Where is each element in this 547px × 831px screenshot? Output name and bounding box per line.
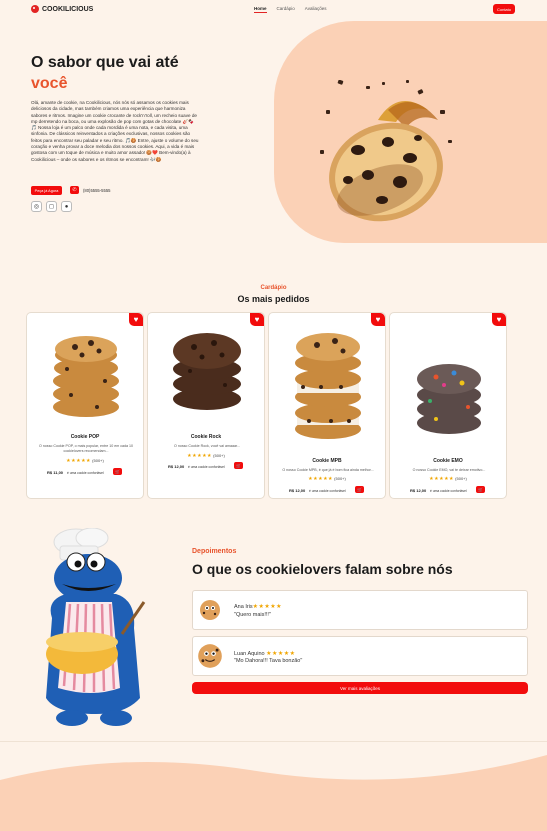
cookie-logo-icon <box>31 5 39 13</box>
menu-kicker: Cardápio <box>260 285 287 291</box>
product-price: R$ 12,00 <box>168 464 185 469</box>
product-description: O nosso Cookie MPB, é que já é bom fica … <box>282 468 374 472</box>
rating-count: (500+) <box>455 476 467 481</box>
favorite-heart-icon[interactable]: ♥ <box>250 313 264 326</box>
nav-link-cardapio[interactable]: Cardápio <box>277 6 295 13</box>
product-description: O nosso Cookie EMO, vai te deixar emotiv… <box>412 468 486 472</box>
add-to-cart-button[interactable]: 🛒 <box>355 486 364 493</box>
product-price: R$ 12,00 <box>410 488 427 493</box>
product-rating: ★★★★★ (500+) <box>27 458 143 464</box>
footer-wave <box>0 755 547 831</box>
cookie-stack-image <box>53 336 119 417</box>
product-name: Cookie POP <box>70 434 100 440</box>
author-name: Luan Aquino <box>234 651 265 657</box>
brand-logo[interactable]: COOKILICIOUS <box>31 5 93 13</box>
testimonial-card: Ana Iris★★★★★ "Quero mais!!!" <box>192 590 528 630</box>
phone-icon: ✆ <box>70 186 79 194</box>
product-name: Cookie MPB <box>312 458 342 464</box>
rating-stars-icon: ★★★★★ <box>266 651 296 657</box>
nav-link-home[interactable]: Home <box>254 6 267 13</box>
brand-name: COOKILICIOUS <box>42 5 94 13</box>
phone-number: (80)5555-5555 <box>83 187 111 193</box>
cookie-monster-chef-image <box>46 528 146 726</box>
rating-count: (500+) <box>213 453 225 458</box>
product-subtitle: é uma cookie confortável <box>309 489 346 493</box>
cookie-avatar-icon <box>198 644 222 668</box>
product-name: Cookie EMO <box>433 458 463 464</box>
product-subtitle: é uma cookie confortável <box>430 489 467 493</box>
whatsapp-icon[interactable]: ◎ <box>31 201 42 212</box>
hero-cookie-image <box>318 79 463 230</box>
add-to-cart-button[interactable]: 🛒 <box>234 462 243 469</box>
rating-count: (500+) <box>92 458 104 463</box>
favorite-heart-icon[interactable]: ♥ <box>129 313 143 326</box>
facebook-icon[interactable]: ● <box>61 201 72 212</box>
cookie-stack-image <box>417 364 481 434</box>
product-name: Cookie Rock <box>190 434 222 440</box>
product-rating: ★★★★★ (500+) <box>269 476 385 482</box>
product-card-mpb[interactable]: ♥ Cookie MPB O nosso Cookie MPB, é que j… <box>268 312 386 499</box>
favorite-heart-icon[interactable]: ♥ <box>492 313 506 326</box>
product-description: O nosso Cookie Rock, você vai amaaar... <box>174 444 240 448</box>
testimonial-author: Luan Aquino ★★★★★ <box>234 650 296 657</box>
rating-stars-icon: ★★★★★ <box>429 476 455 482</box>
product-subtitle: é uma cookie confortável <box>188 465 225 469</box>
product-price: R$ 11,00 <box>47 470 64 475</box>
rating-stars-icon: ★★★★★ <box>308 476 334 482</box>
add-to-cart-button[interactable]: 🛒 <box>476 486 485 493</box>
nav-link-avaliacoes[interactable]: Avaliações <box>305 6 327 13</box>
rating-stars-icon: ★★★★★ <box>66 458 92 464</box>
top-nav: COOKILICIOUS Home Cardápio Avaliações Co… <box>0 0 547 20</box>
nav-links: Home Cardápio Avaliações <box>254 6 326 13</box>
product-price: R$ 12,00 <box>289 488 306 493</box>
hero-title: O sabor que vai até você <box>31 52 179 94</box>
instagram-icon[interactable]: ◻ <box>46 201 57 212</box>
rating-stars-icon: ★★★★★ <box>252 604 283 610</box>
social-links: ◎ ◻ ● <box>31 201 72 212</box>
testimonials-title: O que os cookielovers falam sobre nós <box>192 561 453 577</box>
more-reviews-button[interactable]: Ver mais avaliações <box>192 682 528 694</box>
product-card-emo[interactable]: ♥ Cookie EMO O nosso Cookie EMO, vai te … <box>389 312 507 499</box>
menu-title: Os mais pedidos <box>237 294 310 304</box>
add-to-cart-button[interactable]: 🛒 <box>113 468 122 475</box>
cookie-stack-image <box>173 333 241 410</box>
testimonial-author: Ana Iris★★★★★ <box>234 603 282 610</box>
hero-title-line1: O sabor que vai até <box>31 54 179 71</box>
product-rating: ★★★★★ (500+) <box>390 476 506 482</box>
order-now-button[interactable]: Peça já Agora <box>31 186 62 195</box>
testimonials-kicker: Depoimentos <box>192 548 237 555</box>
testimonial-card: Luan Aquino ★★★★★ "Mo Dahora!!! Tava bon… <box>192 636 528 676</box>
testimonial-quote: "Mo Dahora!!! Tava bonzão" <box>234 658 303 664</box>
contact-button[interactable]: Contato <box>493 4 515 14</box>
hero-description: Olá, amante de cookie, na Cookilicious, … <box>31 100 199 162</box>
rating-count: (500+) <box>334 476 346 481</box>
cookie-avatar-icon <box>200 600 220 620</box>
testimonial-quote: "Quero mais!!!" <box>234 612 271 618</box>
product-rating: ★★★★★ (500+) <box>148 453 264 459</box>
author-name: Ana Iris <box>234 604 253 610</box>
rating-stars-icon: ★★★★★ <box>187 453 213 459</box>
favorite-heart-icon[interactable]: ♥ <box>371 313 385 326</box>
product-subtitle: é uma cookie confortável <box>67 471 104 475</box>
product-card-rock[interactable]: ♥ Cookie Rock O nosso Cookie Rock, você … <box>147 312 265 499</box>
product-card-pop[interactable]: ♥ Cookie POP O nosso Cookie POP, o mais … <box>26 312 144 499</box>
cookie-stack-image <box>295 333 361 439</box>
product-description: O nosso Cookie POP, o mais popular, entr… <box>38 444 134 453</box>
hero-title-accent: você <box>31 75 68 92</box>
phone-contact[interactable]: ✆ (80)5555-5555 <box>70 186 110 194</box>
